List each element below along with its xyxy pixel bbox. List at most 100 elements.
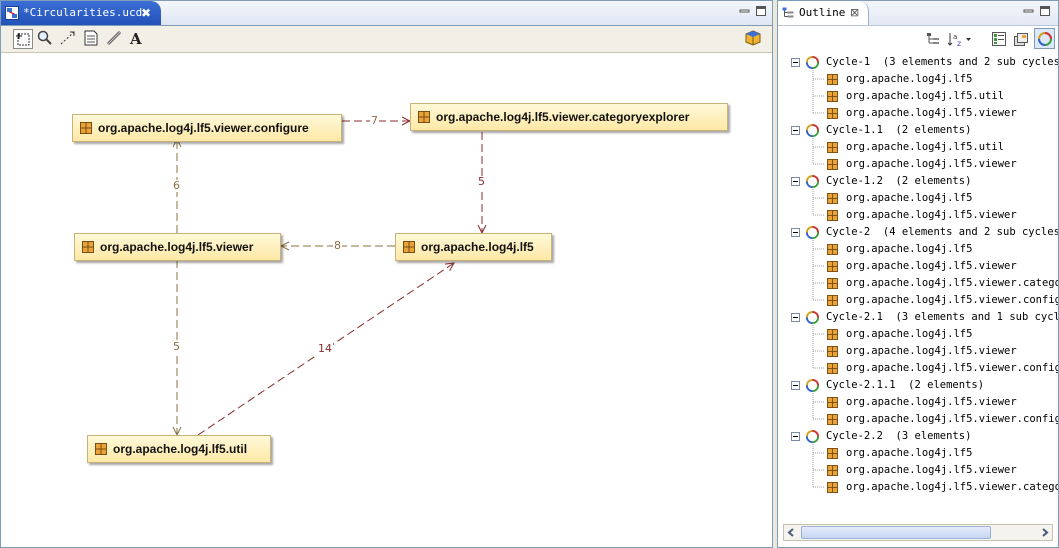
outline-tab[interactable]: Outline ⊠ [778, 1, 869, 25]
package-node-label: org.apache.log4j.lf5.viewer [100, 240, 254, 254]
tree-item-label: Cycle-2.2 (3 elements) [826, 430, 972, 442]
package-node-categoryexplorer[interactable]: org.apache.log4j.lf5.viewer.categoryexpl… [410, 103, 728, 131]
select-tool-button[interactable] [13, 29, 33, 49]
edge-label-8: 8 [333, 239, 342, 252]
zoom-tool-button[interactable] [36, 29, 56, 49]
close-icon[interactable]: ✖ [141, 1, 151, 25]
collapse-icon[interactable] [791, 313, 800, 322]
tree-item-label: org.apache.log4j.lf5.viewer [846, 158, 1017, 170]
collapse-icon[interactable] [791, 126, 800, 135]
package-icon [827, 448, 838, 459]
package-icon [95, 443, 107, 455]
tree-item-label: org.apache.log4j.lf5 [846, 447, 973, 459]
diagram-canvas[interactable]: 7 5 8 6 5 14 org.apache.log4j.lf5.viewer… [1, 53, 772, 547]
hierarchy-icon[interactable] [925, 31, 941, 47]
package-node-label: org.apache.log4j.lf5 [421, 240, 534, 254]
package-icon [827, 210, 838, 221]
minimize-icon[interactable] [739, 5, 751, 17]
tree-item-label: Cycle-1.2 (2 elements) [826, 175, 972, 187]
tree-item-label: org.apache.log4j.lf5 [846, 328, 973, 340]
cycle-icon [805, 123, 820, 138]
cycle-icon [805, 378, 820, 393]
link-tool-icon [106, 30, 122, 46]
text-tool-button[interactable]: A [128, 29, 148, 49]
list-view-icon[interactable] [991, 31, 1007, 47]
cycle-tree[interactable]: Cycle-1 (3 elements and 2 sub cycles) org… [778, 54, 1058, 524]
tree-item-label: org.apache.log4j.lf5 [846, 73, 973, 85]
note-tool-icon [84, 30, 98, 46]
editor-tab-bar: *Circularities.ucd ✖ [1, 1, 772, 26]
cycle-icon [805, 225, 820, 240]
package-cube-icon [745, 30, 761, 46]
package-node-label: org.apache.log4j.lf5.viewer.categoryexpl… [436, 110, 690, 124]
collapse-icon[interactable] [791, 177, 800, 186]
tree-item-label: org.apache.log4j.lf5.util [846, 141, 1005, 153]
diagram-editor: *Circularities.ucd ✖ A 7 5 8 6 5 14 org.… [0, 0, 773, 548]
dependency-tool-icon [60, 31, 75, 45]
cycle-icon [805, 429, 820, 444]
package-icon [827, 193, 838, 204]
package-icon [827, 363, 838, 374]
package-folder-icon[interactable] [1013, 31, 1029, 47]
tree-item-label: org.apache.log4j.lf5.viewer.categoryexpl… [846, 277, 1058, 289]
tree-item-label: org.apache.log4j.lf5.util [846, 90, 1005, 102]
text-tool-icon: A [129, 30, 142, 48]
maximize-icon[interactable] [1039, 5, 1051, 17]
tree-item-label: Cycle-2 (4 elements and 2 sub cycles) [826, 226, 1058, 238]
outline-view: Outline ⊠ az Cycle-1 (3 elements and 2 s… [777, 0, 1059, 548]
sort-alphabetically-icon[interactable]: az [947, 31, 973, 47]
outline-tab-label: Outline [799, 6, 846, 19]
scroll-left-icon[interactable] [786, 527, 797, 538]
package-node-viewer[interactable]: org.apache.log4j.lf5.viewer [74, 233, 281, 261]
link-tool-button[interactable] [105, 29, 125, 49]
package-icon [827, 244, 838, 255]
package-cube-button[interactable] [744, 29, 764, 49]
package-node-lf5[interactable]: org.apache.log4j.lf5 [395, 233, 552, 261]
collapse-icon[interactable] [791, 58, 800, 67]
tree-item-label: org.apache.log4j.lf5.viewer.categoryexpl… [846, 481, 1058, 493]
scroll-right-icon[interactable] [1039, 527, 1050, 538]
svg-text:A: A [129, 30, 142, 47]
package-icon [827, 159, 838, 170]
dependency-tool-button[interactable] [59, 29, 79, 49]
package-node-label: org.apache.log4j.lf5.viewer.configure [98, 121, 309, 135]
note-tool-button[interactable] [82, 29, 102, 49]
package-node-util[interactable]: org.apache.log4j.lf5.util [87, 435, 271, 463]
collapse-icon[interactable] [791, 228, 800, 237]
tree-item-label: Cycle-2.1.1 (2 elements) [826, 379, 985, 391]
edge-label-5-util: 5 [172, 340, 181, 353]
horizontal-scrollbar[interactable] [783, 524, 1053, 541]
scroll-thumb[interactable] [801, 526, 991, 539]
svg-text:z: z [957, 39, 961, 47]
tree-item-label: Cycle-2.1 (3 elements and 1 sub cycle) [826, 311, 1058, 323]
package-icon [80, 122, 92, 134]
package-node-configure[interactable]: org.apache.log4j.lf5.viewer.configure [72, 114, 342, 142]
diagram-toolbar: A [1, 26, 772, 53]
tree-item-label: org.apache.log4j.lf5.viewer.configure [846, 294, 1058, 306]
close-icon[interactable]: ⊠ [850, 1, 859, 25]
package-icon [827, 329, 838, 340]
cycles-toggle-button[interactable] [1034, 28, 1055, 49]
tree-item-label: org.apache.log4j.lf5.viewer.configure [846, 362, 1058, 374]
package-icon [403, 241, 415, 253]
collapse-icon[interactable] [791, 381, 800, 390]
package-icon [82, 241, 94, 253]
tree-item-label: org.apache.log4j.lf5 [846, 243, 973, 255]
package-icon [827, 278, 838, 289]
collapse-icon[interactable] [791, 432, 800, 441]
maximize-icon[interactable] [755, 5, 767, 17]
edge-label-14: 14 [317, 342, 333, 355]
tree-item-label: org.apache.log4j.lf5.viewer [846, 107, 1017, 119]
tree-item-label: org.apache.log4j.lf5.viewer [846, 260, 1017, 272]
package-icon [827, 108, 838, 119]
package-icon [418, 111, 430, 123]
tree-item-label: org.apache.log4j.lf5.viewer.configure [846, 413, 1058, 425]
package-icon [827, 346, 838, 357]
diagram-file-icon [5, 6, 19, 20]
editor-tab[interactable]: *Circularities.ucd ✖ [1, 1, 161, 25]
tree-item-label: org.apache.log4j.lf5.viewer [846, 209, 1017, 221]
cycle-icon [805, 55, 820, 70]
outline-toolbar: az [778, 26, 1058, 52]
edge-label-6: 6 [172, 179, 181, 192]
minimize-icon[interactable] [1023, 5, 1035, 17]
